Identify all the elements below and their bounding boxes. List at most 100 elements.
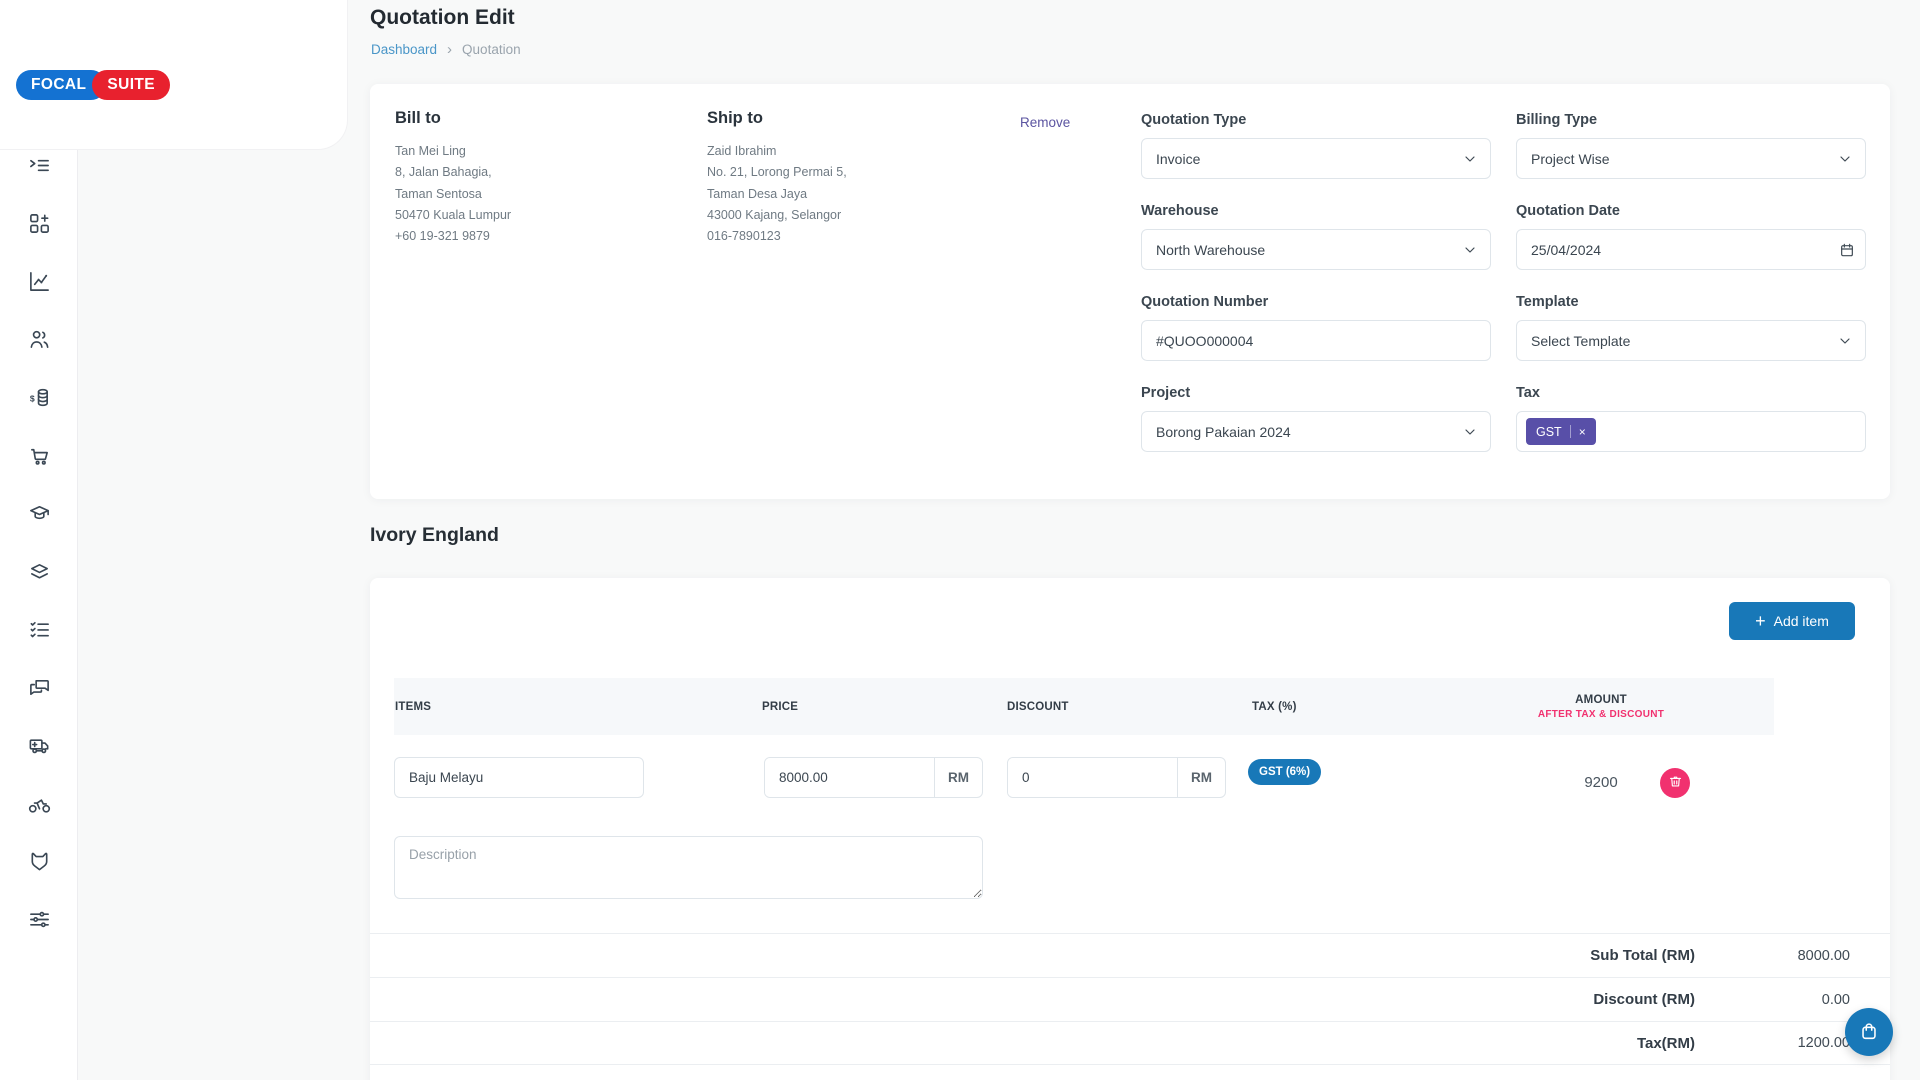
ship-to-address-2: Taman Desa Jaya [707, 184, 997, 205]
sidebar-item-training[interactable] [0, 486, 78, 544]
price-input-group: RM [764, 757, 983, 798]
svg-text:$: $ [29, 393, 34, 403]
focal-suite-logo[interactable]: FOCAL SUITE [16, 70, 170, 100]
tax-chip-text: GST [1536, 425, 1562, 439]
quotation-date-input-wrap [1516, 229, 1866, 270]
column-header-tax: TAX (%) [1252, 678, 1297, 735]
sidebar-item-customers[interactable] [0, 312, 78, 370]
subtotal-row: Sub Total (RM) 8000.00 [370, 933, 1890, 977]
billing-type-select[interactable]: Project Wise [1516, 138, 1866, 179]
sidebar-item-dashboard[interactable] [0, 138, 78, 196]
apps-plus-icon [28, 212, 51, 238]
shopping-bag-icon [1858, 1020, 1880, 1045]
tax-label: Tax [1516, 385, 1866, 401]
sidebar-item-pos[interactable] [0, 428, 78, 486]
breadcrumb-dashboard-link[interactable]: Dashboard [371, 42, 437, 57]
checklist-icon [28, 618, 51, 644]
tax-chip-remove-icon[interactable]: × [1579, 426, 1586, 438]
column-header-price: PRICE [762, 678, 798, 735]
price-unit: RM [934, 758, 982, 797]
add-item-button[interactable]: + Add item [1729, 602, 1855, 640]
sidebar-item-settings[interactable] [0, 892, 78, 950]
warehouse-select[interactable]: North Warehouse [1141, 229, 1491, 270]
quotation-number-input[interactable] [1156, 333, 1476, 349]
graduation-cap-icon [28, 502, 51, 528]
sidebar-item-projects[interactable] [0, 544, 78, 602]
delete-item-button[interactable] [1660, 768, 1690, 798]
cart-fab-button[interactable] [1845, 1008, 1893, 1056]
shield-icon [28, 850, 51, 876]
warehouse-value: North Warehouse [1156, 242, 1265, 258]
breadcrumb-current: Quotation [462, 42, 521, 57]
billing-type-field: Billing Type Project Wise [1516, 112, 1866, 179]
users-icon [28, 328, 51, 354]
quotation-number-input-wrap [1141, 320, 1491, 361]
project-select[interactable]: Borong Pakaian 2024 [1141, 411, 1491, 452]
chevron-down-icon [1462, 151, 1478, 170]
amount-header-text: AMOUNT [1575, 694, 1627, 706]
quotation-date-input[interactable] [1531, 242, 1851, 258]
quotation-type-field: Quotation Type Invoice [1141, 112, 1491, 179]
chevron-down-icon [1837, 151, 1853, 170]
list-pointer-icon [28, 154, 51, 180]
amount-header-subnote: AFTER TAX & DISCOUNT [1538, 709, 1664, 720]
quotation-date-field: Quotation Date [1516, 203, 1866, 270]
tax-multiselect[interactable]: GST × [1516, 411, 1866, 452]
ship-to-block: Ship to Zaid Ibrahim No. 21, Lorong Perm… [707, 109, 997, 247]
tax-total-label: Tax(RM) [1637, 1035, 1695, 1052]
bill-to-address-2: Taman Sentosa [395, 184, 685, 205]
discount-unit: RM [1177, 758, 1225, 797]
chevron-down-icon [1462, 242, 1478, 261]
item-name-input[interactable] [394, 757, 644, 798]
sidebar-item-logistics[interactable] [0, 718, 78, 776]
tax-total-value: 1200.00 [1740, 1035, 1850, 1051]
plus-icon: + [1755, 612, 1766, 630]
bill-to-phone: +60 19-321 9879 [395, 226, 685, 247]
row-tax-badge[interactable]: GST (6%) [1248, 759, 1321, 785]
quotation-number-label: Quotation Number [1141, 294, 1491, 310]
chevron-down-icon [1462, 424, 1478, 443]
logo-text-suite: SUITE [92, 70, 170, 100]
breadcrumb: Dashboard › Quotation [371, 41, 521, 58]
breadcrumb-separator: › [447, 41, 452, 58]
sidebar-item-delivery[interactable] [0, 776, 78, 834]
bicycle-icon [28, 792, 51, 818]
sidebar-item-apps[interactable] [0, 196, 78, 254]
price-input[interactable] [765, 758, 934, 797]
discount-total-row: Discount (RM) 0.00 [370, 977, 1890, 1021]
ship-to-name: Zaid Ibrahim [707, 141, 997, 162]
logo-panel: FOCAL SUITE [0, 0, 348, 150]
ship-to-address-1: No. 21, Lorong Permai 5, [707, 162, 997, 183]
ship-to-heading: Ship to [707, 109, 997, 128]
template-field: Template Select Template [1516, 294, 1866, 361]
items-table-header: ITEMS PRICE DISCOUNT TAX (%) AMOUNT AFTE… [394, 678, 1774, 735]
discount-input-group: RM [1007, 757, 1226, 798]
calendar-icon[interactable] [1839, 242, 1855, 261]
discount-input[interactable] [1008, 758, 1177, 797]
customer-name-heading: Ivory England [370, 524, 499, 547]
sidebar-item-finance[interactable]: $ [0, 370, 78, 428]
ship-to-address-3: 43000 Kajang, Selangor [707, 205, 997, 226]
sidebar-item-security[interactable] [0, 834, 78, 892]
template-select[interactable]: Select Template [1516, 320, 1866, 361]
tax-field: Tax GST × [1516, 385, 1866, 452]
remove-address-link[interactable]: Remove [1020, 115, 1070, 130]
column-header-items: ITEMS [395, 678, 431, 735]
quotation-details-card: Bill to Tan Mei Ling 8, Jalan Bahagia, T… [370, 84, 1890, 499]
totals-section: Sub Total (RM) 8000.00 Discount (RM) 0.0… [370, 933, 1890, 1065]
template-value: Select Template [1531, 333, 1630, 349]
layers-icon [28, 560, 51, 586]
chat-icon [28, 676, 51, 702]
quotation-number-field: Quotation Number [1141, 294, 1491, 361]
billing-type-label: Billing Type [1516, 112, 1866, 128]
bill-to-heading: Bill to [395, 109, 685, 128]
quotation-type-select[interactable]: Invoice [1141, 138, 1491, 179]
discount-total-label: Discount (RM) [1593, 991, 1695, 1008]
sidebar-item-messages[interactable] [0, 660, 78, 718]
sidebar-item-tasks[interactable] [0, 602, 78, 660]
trash-icon [1668, 774, 1683, 792]
sidebar-item-analytics[interactable] [0, 254, 78, 312]
add-item-label: Add item [1774, 613, 1829, 629]
items-card: + Add item ITEMS PRICE DISCOUNT TAX (%) … [370, 578, 1890, 1080]
item-description-textarea[interactable] [394, 836, 983, 899]
